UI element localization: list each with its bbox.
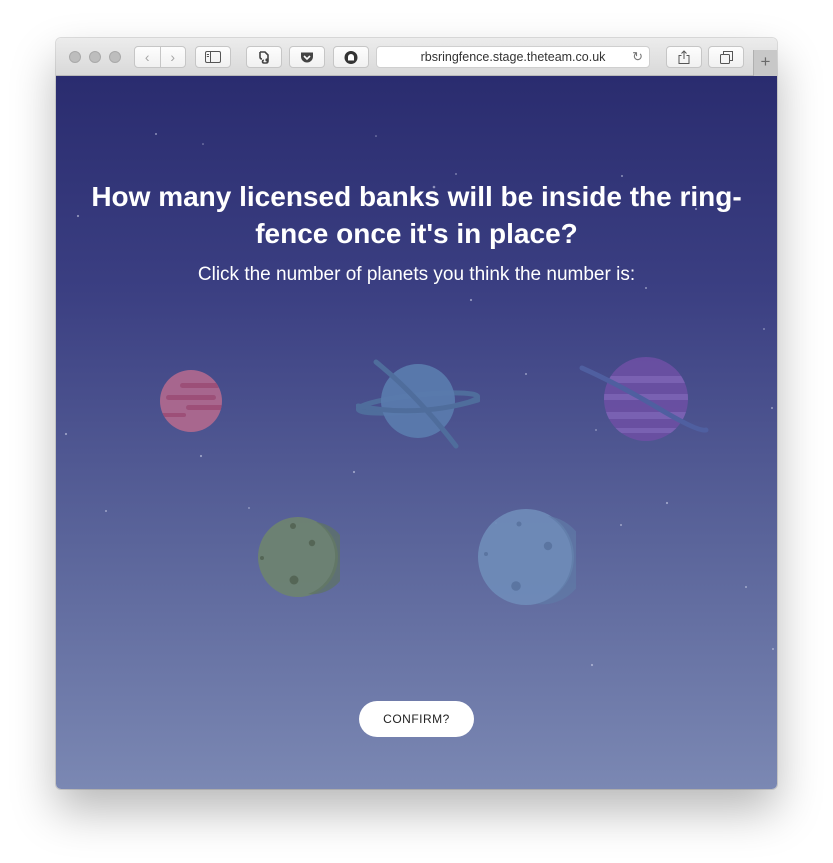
sidebar-button[interactable] <box>195 46 231 68</box>
sidebar-icon <box>205 51 221 63</box>
address-bar[interactable]: rbsringfence.stage.theteam.co.uk ↻ <box>376 46 650 68</box>
tabs-icon <box>719 50 733 64</box>
new-tab-button[interactable]: + <box>753 50 777 76</box>
reload-icon[interactable]: ↻ <box>632 47 643 67</box>
pink-striped-planet[interactable] <box>156 366 228 438</box>
evernote-extension-button[interactable] <box>246 46 282 68</box>
confirm-button[interactable]: CONFIRM? <box>359 701 474 737</box>
quiz-page: How many licensed banks will be inside t… <box>56 76 777 789</box>
pocket-extension-button[interactable] <box>289 46 325 68</box>
browser-window: ‹ › rbsringfence.stage.theteam.co.uk ↻ +… <box>56 38 777 789</box>
ghostery-extension-button[interactable] <box>333 46 369 68</box>
close-window-button[interactable] <box>69 51 81 63</box>
browser-toolbar: ‹ › rbsringfence.stage.theteam.co.uk ↻ + <box>56 38 777 76</box>
pocket-icon <box>301 52 313 62</box>
url-text: rbsringfence.stage.theteam.co.uk <box>420 50 606 64</box>
tabs-overview-button[interactable] <box>708 46 744 68</box>
purple-ringed-planet[interactable] <box>578 354 710 450</box>
share-button[interactable] <box>666 46 702 68</box>
ghostery-icon <box>344 50 358 64</box>
blue-ringed-planet[interactable] <box>356 354 480 450</box>
blue-cratered-planet[interactable] <box>476 508 576 608</box>
evernote-icon <box>259 51 269 64</box>
forward-button[interactable]: › <box>161 47 186 67</box>
instruction-text: Click the number of planets you think th… <box>197 264 636 285</box>
navigation-buttons: ‹ › <box>134 46 186 68</box>
zoom-window-button[interactable] <box>109 51 121 63</box>
green-cratered-planet[interactable] <box>256 516 340 600</box>
back-button[interactable]: ‹ <box>135 47 160 67</box>
share-icon <box>678 50 690 64</box>
question-heading: How many licensed banks will be inside t… <box>91 181 742 249</box>
minimize-window-button[interactable] <box>89 51 101 63</box>
